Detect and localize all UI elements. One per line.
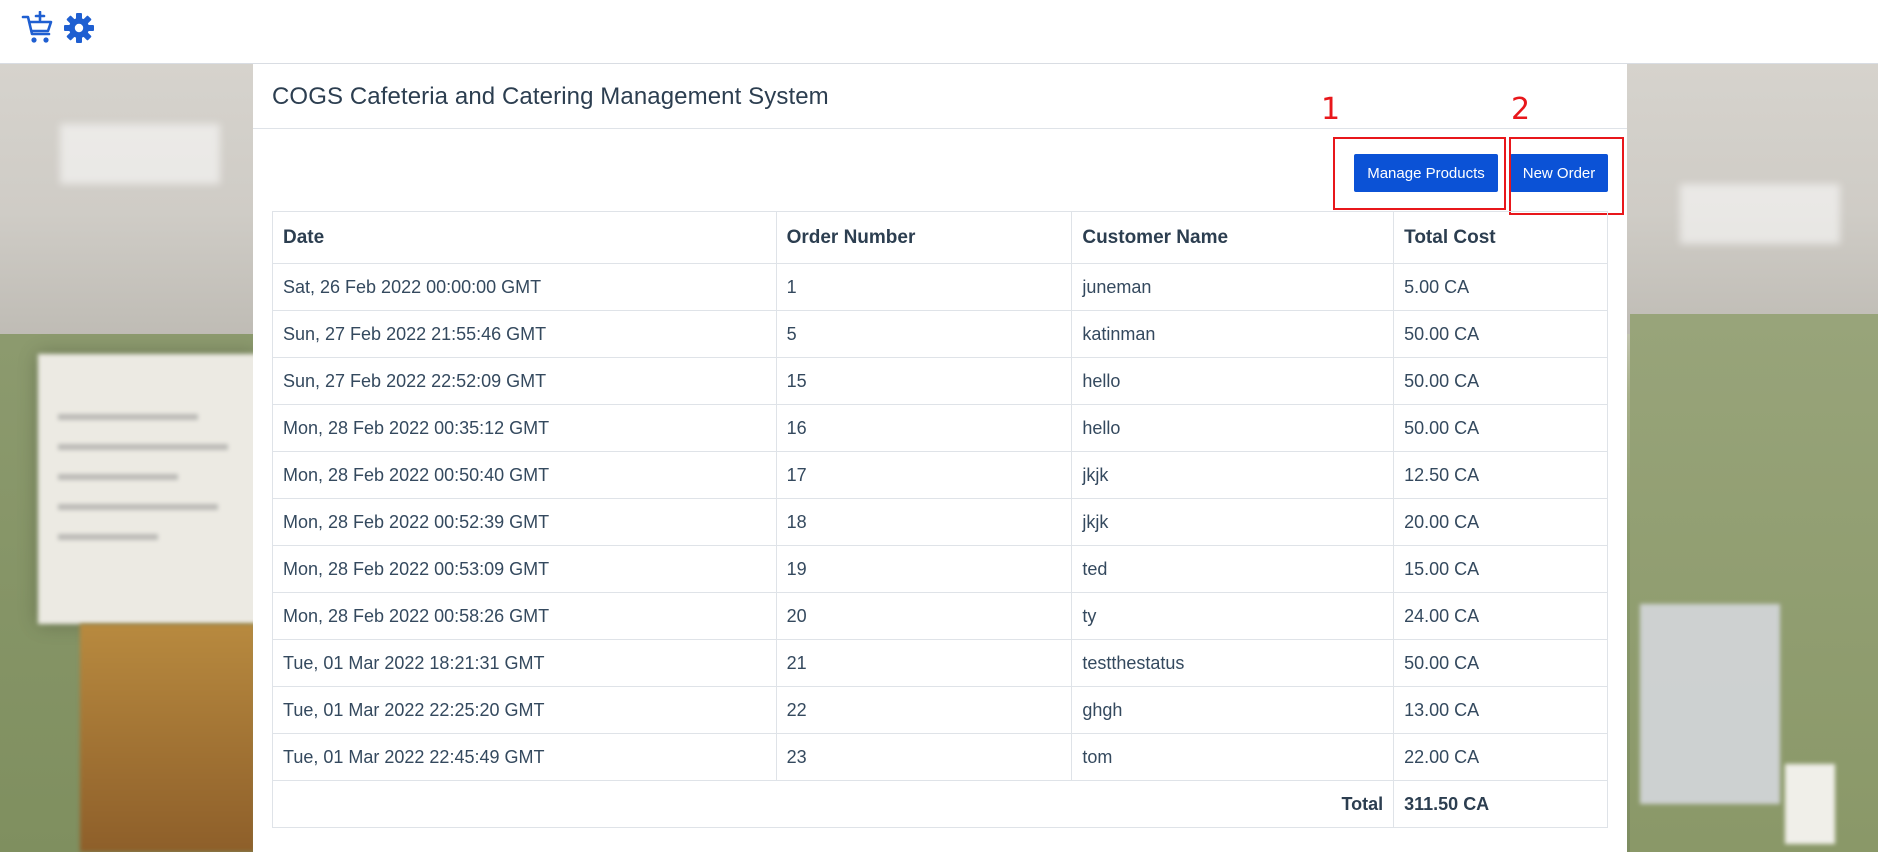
cell-customer-name: jkjk [1071,498,1395,546]
table-total-row: Total 311.50 CA [271,780,1608,828]
panel-header: COGS Cafeteria and Catering Management S… [253,64,1627,129]
table-row: Tue, 01 Mar 2022 18:21:31 GMT 21 testthe… [272,639,1608,687]
total-label: Total [271,780,1395,828]
cell-total-cost: 5.00 CA [1393,263,1608,311]
cell-order-number: 23 [775,733,1073,781]
cell-customer-name: ghgh [1071,686,1395,734]
cell-total-cost: 24.00 CA [1393,592,1608,640]
notice-board [1640,604,1780,804]
table-row: Mon, 28 Feb 2022 00:52:39 GMT 18 jkjk 20… [272,498,1608,546]
column-header-total-cost: Total Cost [1393,211,1608,264]
cell-date: Tue, 01 Mar 2022 18:21:31 GMT [272,639,777,687]
cell-customer-name: tom [1071,733,1395,781]
cell-customer-name: jkjk [1071,451,1395,499]
cell-order-number: 16 [775,404,1073,452]
orders-table-body: Sat, 26 Feb 2022 00:00:00 GMT 1 juneman … [271,263,1608,828]
gear-icon[interactable] [62,11,96,45]
cell-order-number: 20 [775,592,1073,640]
cell-date: Tue, 01 Mar 2022 22:25:20 GMT [272,686,777,734]
cell-date: Tue, 01 Mar 2022 22:45:49 GMT [272,733,777,781]
cell-order-number: 21 [775,639,1073,687]
cell-total-cost: 50.00 CA [1393,639,1608,687]
cell-total-cost: 12.50 CA [1393,451,1608,499]
column-header-order-number: Order Number [775,211,1073,264]
table-row: Tue, 01 Mar 2022 22:25:20 GMT 22 ghgh 13… [272,686,1608,734]
top-navbar [0,0,1878,64]
cell-total-cost: 20.00 CA [1393,498,1608,546]
cell-customer-name: testthestatus [1071,639,1395,687]
table-row: Sat, 26 Feb 2022 00:00:00 GMT 1 juneman … [272,263,1608,311]
cell-total-cost: 50.00 CA [1393,310,1608,358]
menu-board [38,354,258,624]
cell-customer-name: hello [1071,357,1395,405]
new-order-button[interactable]: New Order [1510,154,1608,192]
table-row: Tue, 01 Mar 2022 22:45:49 GMT 23 tom 22.… [272,733,1608,781]
table-row: Mon, 28 Feb 2022 00:58:26 GMT 20 ty 24.0… [272,592,1608,640]
cell-total-cost: 50.00 CA [1393,357,1608,405]
annotation-label-1: 1 [1321,92,1341,127]
page-title: COGS Cafeteria and Catering Management S… [272,83,829,110]
manage-products-button[interactable]: Manage Products [1354,154,1498,192]
table-row: Sun, 27 Feb 2022 22:52:09 GMT 15 hello 5… [272,357,1608,405]
cell-customer-name: katinman [1071,310,1395,358]
cell-customer-name: hello [1071,404,1395,452]
cell-date: Mon, 28 Feb 2022 00:35:12 GMT [272,404,777,452]
table-row: Sun, 27 Feb 2022 21:55:46 GMT 5 katinman… [272,310,1608,358]
main-panel: COGS Cafeteria and Catering Management S… [253,64,1627,852]
cell-order-number: 18 [775,498,1073,546]
column-header-date: Date [272,211,777,264]
cell-total-cost: 50.00 CA [1393,404,1608,452]
cell-total-cost: 22.00 CA [1393,733,1608,781]
total-value: 311.50 CA [1393,780,1608,828]
cell-order-number: 1 [775,263,1073,311]
table-header-row: Date Order Number Customer Name Total Co… [272,211,1608,264]
cell-date: Sat, 26 Feb 2022 00:00:00 GMT [272,263,777,311]
cell-order-number: 22 [775,686,1073,734]
orders-table: Date Order Number Customer Name Total Co… [271,211,1608,828]
annotation-label-2: 2 [1511,92,1531,127]
cell-date: Mon, 28 Feb 2022 00:50:40 GMT [272,451,777,499]
cell-order-number: 19 [775,545,1073,593]
cart-add-icon[interactable] [21,11,55,45]
wall-sign [1785,764,1835,844]
cell-customer-name: ty [1071,592,1395,640]
cell-order-number: 17 [775,451,1073,499]
cell-date: Mon, 28 Feb 2022 00:52:39 GMT [272,498,777,546]
cell-order-number: 5 [775,310,1073,358]
cell-total-cost: 13.00 CA [1393,686,1608,734]
cell-total-cost: 15.00 CA [1393,545,1608,593]
column-header-customer-name: Customer Name [1071,211,1395,264]
table-row: Mon, 28 Feb 2022 00:35:12 GMT 16 hello 5… [272,404,1608,452]
service-counter [80,624,255,852]
cell-date: Mon, 28 Feb 2022 00:58:26 GMT [272,592,777,640]
ceiling-light [60,124,220,184]
cell-date: Sun, 27 Feb 2022 21:55:46 GMT [272,310,777,358]
cell-order-number: 15 [775,357,1073,405]
ceiling-light [1680,184,1840,244]
cell-date: Mon, 28 Feb 2022 00:53:09 GMT [272,545,777,593]
cell-date: Sun, 27 Feb 2022 22:52:09 GMT [272,357,777,405]
cell-customer-name: juneman [1071,263,1395,311]
cell-customer-name: ted [1071,545,1395,593]
table-row: Mon, 28 Feb 2022 00:50:40 GMT 17 jkjk 12… [272,451,1608,499]
table-row: Mon, 28 Feb 2022 00:53:09 GMT 19 ted 15.… [272,545,1608,593]
